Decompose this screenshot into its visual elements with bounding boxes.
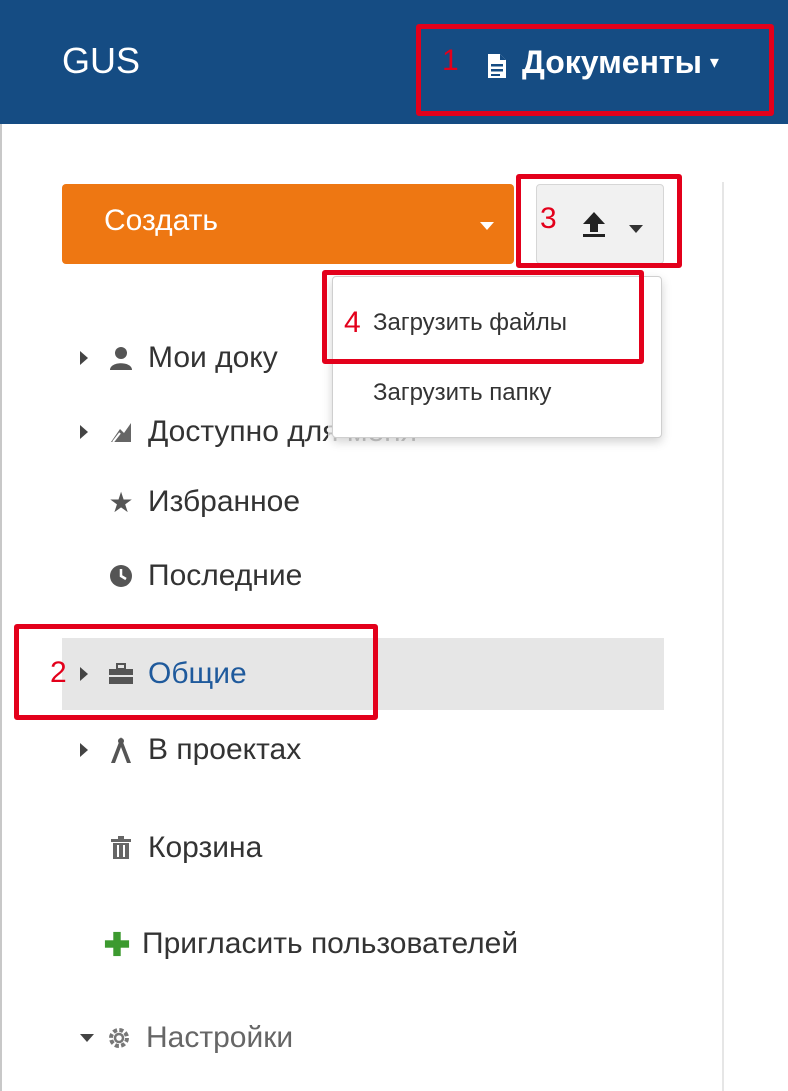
sidebar-item-my-documents[interactable]: Мои доку <box>80 326 278 390</box>
plus-icon <box>104 931 130 957</box>
content-divider <box>722 182 724 1091</box>
invite-users-label: Пригласить пользователей <box>142 927 519 960</box>
annotation-number-3: 3 <box>540 202 557 235</box>
collapse-arrow-icon[interactable] <box>80 1034 94 1042</box>
sidebar-item-label: Избранное <box>148 485 301 518</box>
sidebar-item-settings[interactable]: Настройки <box>80 1006 293 1070</box>
annotation-number-2: 2 <box>50 656 67 689</box>
sidebar-item-projects[interactable]: В проектах <box>80 718 301 782</box>
sidebar-item-favorites[interactable]: ★ Избранное <box>108 470 300 534</box>
sidebar-item-label: Корзина <box>148 831 263 864</box>
annotation-box-4 <box>322 270 644 364</box>
annotation-box-2 <box>14 624 378 720</box>
chevron-down-icon <box>480 222 494 230</box>
trash-icon <box>108 835 134 861</box>
sidebar-item-label: В проектах <box>148 733 302 766</box>
compass-icon <box>108 737 134 763</box>
upload-folder-item[interactable]: Загрузить папку <box>373 379 551 407</box>
gear-icon <box>106 1025 132 1051</box>
expand-arrow-icon[interactable] <box>80 425 88 439</box>
create-button[interactable]: Создать <box>62 184 514 264</box>
sidebar-item-trash[interactable]: Корзина <box>108 816 262 880</box>
expand-arrow-icon[interactable] <box>80 351 88 365</box>
sidebar-item-label: Мои доку <box>148 341 278 374</box>
sidebar-item-recent[interactable]: Последние <box>108 544 302 608</box>
sidebar-item-label: Настройки <box>146 1021 294 1054</box>
sidebar-item-label: Последние <box>148 559 303 592</box>
annotation-number-4: 4 <box>344 306 361 339</box>
user-icon <box>108 345 134 371</box>
clock-icon <box>108 563 134 589</box>
star-icon: ★ <box>108 486 134 518</box>
invite-users-link[interactable]: Пригласить пользователей <box>104 912 518 976</box>
annotation-box-1 <box>416 24 774 116</box>
share-icon <box>108 419 134 445</box>
brand-logo[interactable]: GUS <box>62 40 140 82</box>
expand-arrow-icon[interactable] <box>80 743 88 757</box>
create-button-label: Создать <box>104 204 219 237</box>
annotation-number-1: 1 <box>442 44 459 77</box>
